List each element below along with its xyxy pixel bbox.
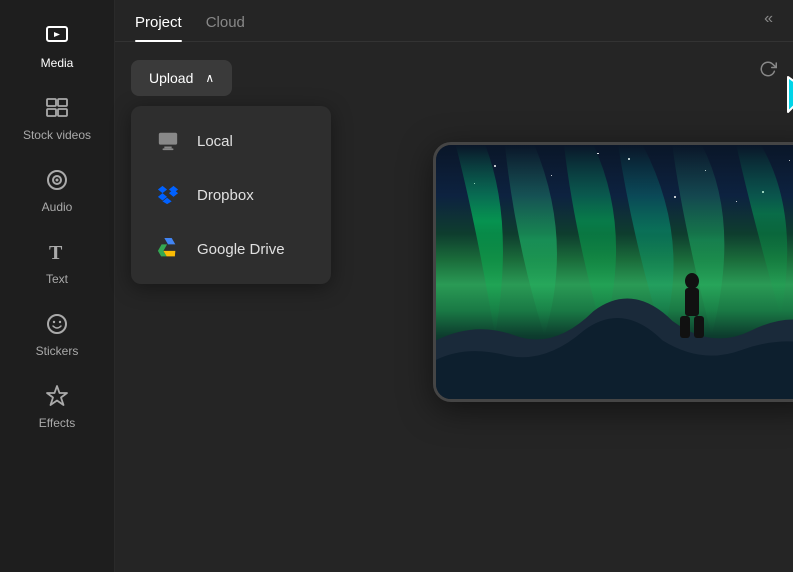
person-silhouette [672, 273, 712, 343]
upload-dropdown: Local Dropbox Google D [131, 106, 331, 284]
sidebar: Media Stock videos Audio T [0, 0, 115, 572]
main-content: Project Cloud « Upload ∧ [115, 0, 793, 572]
refresh-icon [759, 60, 777, 78]
sidebar-item-media[interactable]: Media [0, 10, 114, 82]
panel-body: Upload ∧ Local [115, 42, 793, 572]
stock-videos-icon [43, 94, 71, 122]
sidebar-item-effects[interactable]: Effects [0, 370, 114, 442]
tab-cloud[interactable]: Cloud [206, 14, 245, 41]
media-icon [43, 22, 71, 50]
chevron-up-icon: ∧ [205, 71, 214, 85]
sidebar-item-label: Effects [39, 416, 75, 430]
dropdown-item-label: Google Drive [197, 241, 285, 258]
effects-icon [43, 382, 71, 410]
tab-project[interactable]: Project [135, 14, 182, 41]
sidebar-item-text[interactable]: T Text [0, 226, 114, 298]
sidebar-item-stock-videos[interactable]: Stock videos [0, 82, 114, 154]
upload-button-label: Upload [149, 70, 193, 86]
dropdown-item-local[interactable]: Local [135, 114, 327, 168]
svg-text:T: T [49, 242, 63, 264]
sidebar-item-label: Text [46, 272, 68, 286]
terrain-svg [436, 272, 793, 399]
tab-bar: Project Cloud « [115, 0, 793, 42]
upload-button[interactable]: Upload ∧ [131, 60, 232, 96]
audio-icon [43, 166, 71, 194]
dropdown-item-label: Dropbox [197, 187, 254, 204]
sidebar-item-label: Stickers [36, 344, 79, 358]
collapse-panel-button[interactable]: « [764, 10, 773, 28]
sidebar-item-label: Media [41, 56, 74, 70]
sidebar-item-stickers[interactable]: Stickers [0, 298, 114, 370]
sidebar-item-label: Audio [42, 200, 73, 214]
dropdown-item-google-drive[interactable]: Google Drive [135, 222, 327, 276]
local-icon [155, 128, 181, 154]
stickers-icon [43, 310, 71, 338]
sidebar-item-label: Stock videos [23, 128, 91, 142]
google-drive-icon [155, 236, 181, 262]
sidebar-item-audio[interactable]: Audio [0, 154, 114, 226]
text-icon: T [43, 238, 71, 266]
image-preview [433, 142, 793, 402]
aurora-scene [436, 145, 793, 399]
dropdown-item-label: Local [197, 133, 233, 150]
refresh-button[interactable] [759, 60, 777, 83]
dropbox-icon [155, 182, 181, 208]
dropdown-item-dropbox[interactable]: Dropbox [135, 168, 327, 222]
cursor-icon [783, 72, 793, 122]
